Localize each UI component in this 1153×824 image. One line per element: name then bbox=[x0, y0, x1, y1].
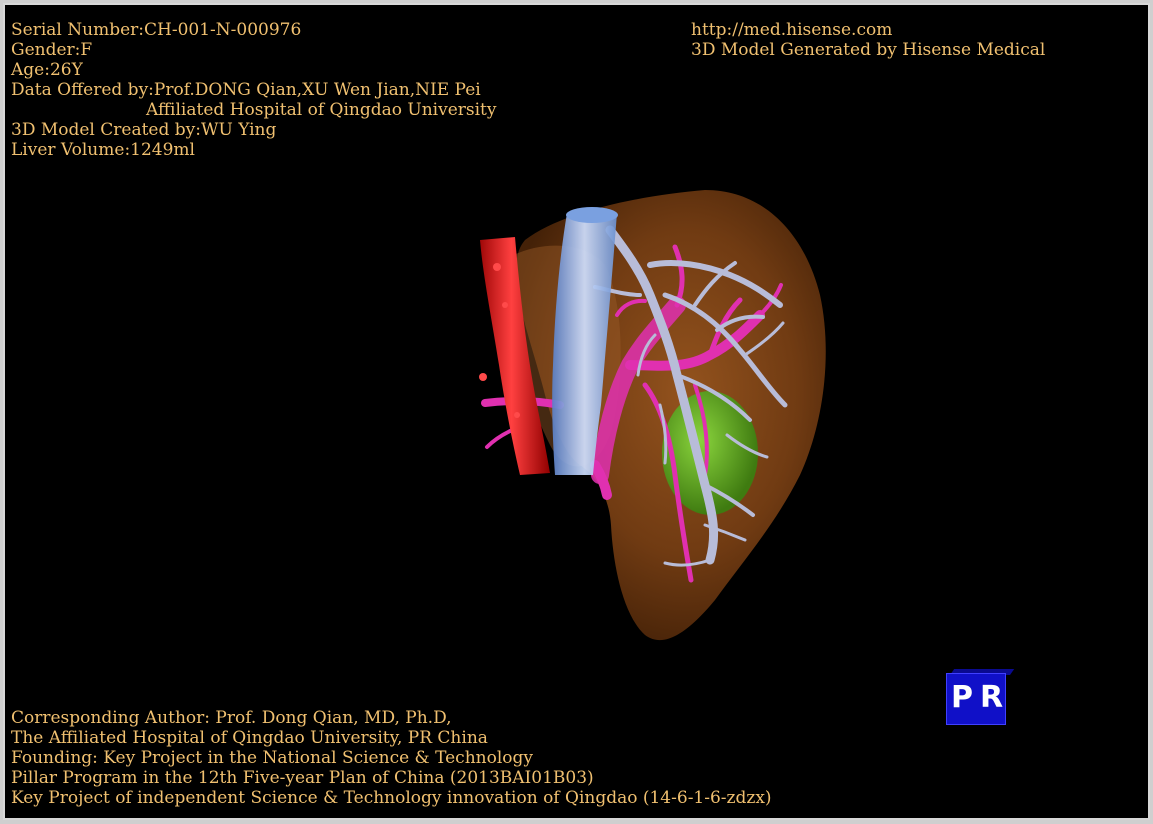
footer-line-3: Founding: Key Project in the National Sc… bbox=[11, 748, 533, 768]
footer-line-4: Pillar Program in the 12th Five-year Pla… bbox=[11, 768, 594, 788]
footer-line-2: The Affiliated Hospital of Qingdao Unive… bbox=[11, 728, 488, 748]
brand-generator: 3D Model Generated by Hisense Medical bbox=[691, 40, 1046, 60]
hospital: Affiliated Hospital of Qingdao Universit… bbox=[146, 100, 497, 120]
render-viewport[interactable]: Serial Number:CH-001-N-000976 Gender:F A… bbox=[3, 3, 1150, 820]
gender: Gender:F bbox=[11, 40, 93, 60]
orientation-cube[interactable]: P R bbox=[946, 669, 1015, 725]
serial-number: Serial Number:CH-001-N-000976 bbox=[11, 20, 302, 40]
ivc-top bbox=[566, 207, 618, 223]
brand-url: http://med.hisense.com bbox=[691, 20, 893, 40]
data-offered-by: Data Offered by:Prof.DONG Qian,XU Wen Ji… bbox=[11, 80, 481, 100]
footer-credits: Corresponding Author: Prof. Dong Qian, M… bbox=[11, 708, 772, 808]
cube-label-posterior: P bbox=[951, 680, 973, 715]
footer-line-5: Key Project of independent Science & Tec… bbox=[11, 788, 772, 808]
footer-line-1: Corresponding Author: Prof. Dong Qian, M… bbox=[11, 708, 452, 728]
liver-volume: Liver Volume:1249ml bbox=[11, 140, 195, 160]
model-created-by: 3D Model Created by:WU Ying bbox=[11, 120, 277, 140]
age: Age:26Y bbox=[11, 60, 83, 80]
cube-label-right: R bbox=[980, 680, 1004, 715]
brand-info: http://med.hisense.com 3D Model Generate… bbox=[691, 20, 1045, 60]
patient-info: Serial Number:CH-001-N-000976 Gender:F A… bbox=[11, 20, 496, 160]
